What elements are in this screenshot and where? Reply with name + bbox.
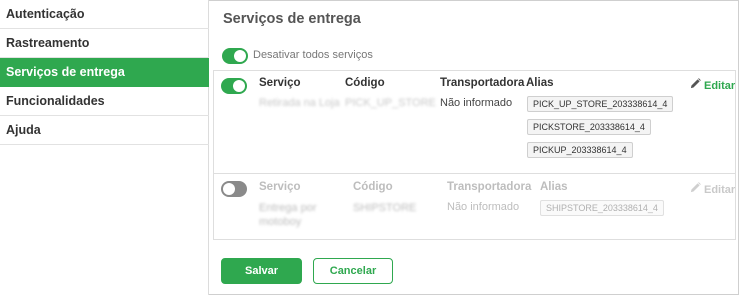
service-code: SHIPSTORE <box>353 202 417 214</box>
disable-all-services-label: Desativar todos serviços <box>253 49 373 61</box>
save-button[interactable]: Salvar <box>221 258 302 284</box>
column-header-carrier: Transportadora <box>440 77 525 89</box>
sidebar-item-ajuda[interactable]: Ajuda <box>0 116 209 145</box>
edit-service-button[interactable]: Editar <box>690 182 735 196</box>
alias-chip: PICKUP_203338614_4 <box>527 142 633 158</box>
column-header-alias: Alias <box>540 181 568 193</box>
sidebar-item-funcionalidades[interactable]: Funcionalidades <box>0 87 209 116</box>
column-header-alias: Alias <box>526 77 554 89</box>
sidebar-item-autenticacao[interactable]: Autenticação <box>0 0 209 29</box>
alias-chip: PICK_UP_STORE_203338614_4 <box>527 96 674 112</box>
pencil-icon <box>690 182 701 193</box>
service-name: Retirada na Loja <box>259 97 340 109</box>
service-code: PICK_UP_STORE <box>345 97 436 109</box>
pencil-icon <box>690 78 701 89</box>
toggle-knob <box>234 50 246 62</box>
column-header-code: Código <box>353 181 393 193</box>
disable-all-services-toggle[interactable] <box>222 48 248 64</box>
toggle-knob <box>223 183 235 195</box>
alias-chip: SHIPSTORE_203338614_4 <box>540 200 664 216</box>
edit-label: Editar <box>704 80 736 92</box>
edit-label: Editar <box>704 184 736 196</box>
cancel-button[interactable]: Cancelar <box>313 258 393 284</box>
row-divider <box>213 173 736 174</box>
column-header-service: Serviço <box>259 181 301 193</box>
column-header-carrier: Transportadora <box>447 181 532 193</box>
service-enabled-toggle[interactable] <box>221 181 247 197</box>
toggle-knob <box>233 80 245 92</box>
service-carrier: Não informado <box>440 97 513 109</box>
service-enabled-toggle[interactable] <box>221 78 247 94</box>
sidebar-item-rastreamento[interactable]: Rastreamento <box>0 29 209 58</box>
edit-service-button[interactable]: Editar <box>690 78 735 92</box>
service-name-line1: Entrega por <box>259 202 317 214</box>
alias-chip: PICKSTORE_203338614_4 <box>527 119 651 135</box>
column-header-code: Código <box>345 77 385 89</box>
service-name-line2: motoboy <box>259 216 302 228</box>
sidebar: Autenticação Rastreamento Serviços de en… <box>0 0 209 295</box>
column-header-service: Serviço <box>259 77 301 89</box>
sidebar-item-servicos-de-entrega[interactable]: Serviços de entrega <box>0 58 209 87</box>
page-title: Serviços de entrega <box>223 11 361 27</box>
service-carrier: Não informado <box>447 201 520 213</box>
